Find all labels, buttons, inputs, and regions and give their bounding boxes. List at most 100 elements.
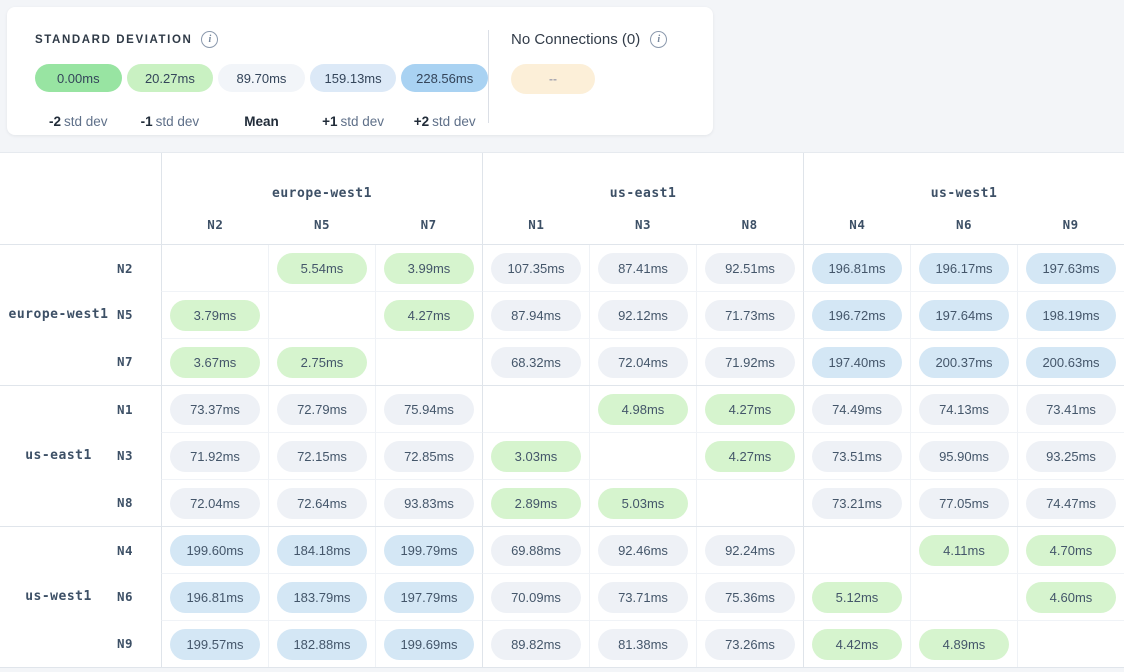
matrix-cell: 70.09ms xyxy=(482,573,589,620)
latency-pill[interactable]: 72.04ms xyxy=(170,488,260,519)
latency-pill[interactable]: 3.03ms xyxy=(491,441,581,472)
header-node-row: N2N5N7 xyxy=(162,204,482,244)
latency-pill[interactable]: 74.47ms xyxy=(1026,488,1116,519)
latency-pill[interactable]: 198.19ms xyxy=(1026,300,1116,331)
latency-pill[interactable]: 74.13ms xyxy=(919,394,1009,425)
latency-pill[interactable]: 183.79ms xyxy=(277,582,367,613)
latency-pill[interactable]: 68.32ms xyxy=(491,347,581,378)
legend-card: STANDARD DEVIATION i 0.00ms20.27ms89.70m… xyxy=(7,7,713,135)
latency-pill[interactable]: 3.67ms xyxy=(170,347,260,378)
latency-pill[interactable]: 199.57ms xyxy=(170,629,260,660)
latency-pill[interactable]: 197.64ms xyxy=(919,300,1009,331)
latency-pill[interactable]: 196.81ms xyxy=(812,253,902,284)
latency-pill[interactable]: 199.79ms xyxy=(384,535,474,566)
latency-pill[interactable]: 107.35ms xyxy=(491,253,581,284)
latency-pill[interactable]: 81.38ms xyxy=(598,629,688,660)
matrix-cell: 72.04ms xyxy=(589,338,696,385)
latency-pill[interactable]: 4.27ms xyxy=(384,300,474,331)
latency-pill[interactable]: 93.83ms xyxy=(384,488,474,519)
row-node-label: N1 xyxy=(117,402,161,417)
latency-pill[interactable]: 93.25ms xyxy=(1026,441,1116,472)
row-region-label: us-west1 xyxy=(0,589,117,604)
matrix-cell: 72.15ms xyxy=(268,432,375,479)
latency-pill[interactable]: 200.37ms xyxy=(919,347,1009,378)
matrix-cell: 89.82ms xyxy=(482,620,589,667)
latency-pill[interactable]: 75.94ms xyxy=(384,394,474,425)
latency-pill[interactable]: 4.42ms xyxy=(812,629,902,660)
matrix-cell xyxy=(910,573,1017,620)
latency-pill[interactable]: 5.03ms xyxy=(598,488,688,519)
latency-pill[interactable]: 197.79ms xyxy=(384,582,474,613)
latency-pill[interactable]: 199.69ms xyxy=(384,629,474,660)
header-region-label: europe-west1 xyxy=(162,153,482,204)
latency-pill[interactable]: 200.63ms xyxy=(1026,347,1116,378)
latency-pill[interactable]: 182.88ms xyxy=(277,629,367,660)
latency-pill[interactable]: 196.17ms xyxy=(919,253,1009,284)
matrix-cell: 72.64ms xyxy=(268,479,375,526)
latency-pill[interactable]: 73.51ms xyxy=(812,441,902,472)
latency-pill[interactable]: 72.64ms xyxy=(277,488,367,519)
latency-pill[interactable]: 2.75ms xyxy=(277,347,367,378)
latency-pill[interactable]: 71.92ms xyxy=(705,347,795,378)
latency-pill[interactable]: 4.60ms xyxy=(1026,582,1116,613)
latency-pill[interactable]: 95.90ms xyxy=(919,441,1009,472)
matrix-cell: 199.79ms xyxy=(375,527,482,573)
latency-pill[interactable]: 70.09ms xyxy=(491,582,581,613)
latency-pill[interactable]: 72.04ms xyxy=(598,347,688,378)
latency-pill[interactable]: 92.12ms xyxy=(598,300,688,331)
latency-pill[interactable]: 4.89ms xyxy=(919,629,1009,660)
latency-pill[interactable]: 71.92ms xyxy=(170,441,260,472)
matrix-cell: 73.51ms xyxy=(803,432,910,479)
latency-pill[interactable]: 5.12ms xyxy=(812,582,902,613)
latency-pill[interactable]: 2.89ms xyxy=(491,488,581,519)
no-connections-title: No Connections (0) xyxy=(511,31,640,48)
latency-pill[interactable]: 4.11ms xyxy=(919,535,1009,566)
latency-pill[interactable]: 74.49ms xyxy=(812,394,902,425)
latency-pill[interactable]: 4.98ms xyxy=(598,394,688,425)
latency-pill[interactable]: 92.46ms xyxy=(598,535,688,566)
latency-pill[interactable]: 199.60ms xyxy=(170,535,260,566)
latency-pill[interactable]: 72.15ms xyxy=(277,441,367,472)
latency-pill[interactable]: 73.37ms xyxy=(170,394,260,425)
latency-pill[interactable]: 92.24ms xyxy=(705,535,795,566)
latency-pill[interactable]: 73.71ms xyxy=(598,582,688,613)
latency-pill[interactable]: 196.72ms xyxy=(812,300,902,331)
latency-pill[interactable]: 73.26ms xyxy=(705,629,795,660)
latency-pill[interactable]: 4.70ms xyxy=(1026,535,1116,566)
matrix-row-N5: europe-west1N53.79ms4.27ms87.94ms92.12ms… xyxy=(0,291,1124,338)
latency-pill[interactable]: 72.85ms xyxy=(384,441,474,472)
latency-pill[interactable]: 87.41ms xyxy=(598,253,688,284)
latency-pill[interactable]: 77.05ms xyxy=(919,488,1009,519)
latency-pill[interactable]: 69.88ms xyxy=(491,535,581,566)
latency-pill[interactable]: 197.40ms xyxy=(812,347,902,378)
header-node-N4: N4 xyxy=(804,204,911,244)
latency-pill[interactable]: 89.82ms xyxy=(491,629,581,660)
matrix-cell xyxy=(1017,620,1124,667)
matrix-header: europe-west1N2N5N7us-east1N1N3N8us-west1… xyxy=(0,153,1124,244)
latency-pill[interactable]: 197.63ms xyxy=(1026,253,1116,284)
matrix-cell: 5.03ms xyxy=(589,479,696,526)
latency-pill[interactable]: 184.18ms xyxy=(277,535,367,566)
latency-pill[interactable]: 73.21ms xyxy=(812,488,902,519)
info-icon[interactable]: i xyxy=(650,31,667,48)
info-icon[interactable]: i xyxy=(201,31,218,48)
matrix-cell: 92.12ms xyxy=(589,291,696,338)
latency-pill[interactable]: 5.54ms xyxy=(277,253,367,284)
latency-pill[interactable]: 72.79ms xyxy=(277,394,367,425)
latency-pill[interactable]: 75.36ms xyxy=(705,582,795,613)
latency-pill[interactable]: 71.73ms xyxy=(705,300,795,331)
latency-pill[interactable]: 4.27ms xyxy=(705,394,795,425)
latency-pill[interactable]: 196.81ms xyxy=(170,582,260,613)
header-group-us-east1: us-east1N1N3N8 xyxy=(482,153,803,244)
latency-pill[interactable]: 73.41ms xyxy=(1026,394,1116,425)
latency-pill[interactable]: 92.51ms xyxy=(705,253,795,284)
latency-pill[interactable]: 4.27ms xyxy=(705,441,795,472)
legend-labels: -2std dev-1std devMean+1std dev+2std dev xyxy=(35,103,488,129)
matrix-cell xyxy=(803,527,910,573)
row-header-N6: us-west1N6 xyxy=(0,573,161,620)
latency-pill[interactable]: 87.94ms xyxy=(491,300,581,331)
latency-pill[interactable]: 3.79ms xyxy=(170,300,260,331)
matrix-cell: 87.94ms xyxy=(482,291,589,338)
matrix-cell: 197.79ms xyxy=(375,573,482,620)
latency-pill[interactable]: 3.99ms xyxy=(384,253,474,284)
